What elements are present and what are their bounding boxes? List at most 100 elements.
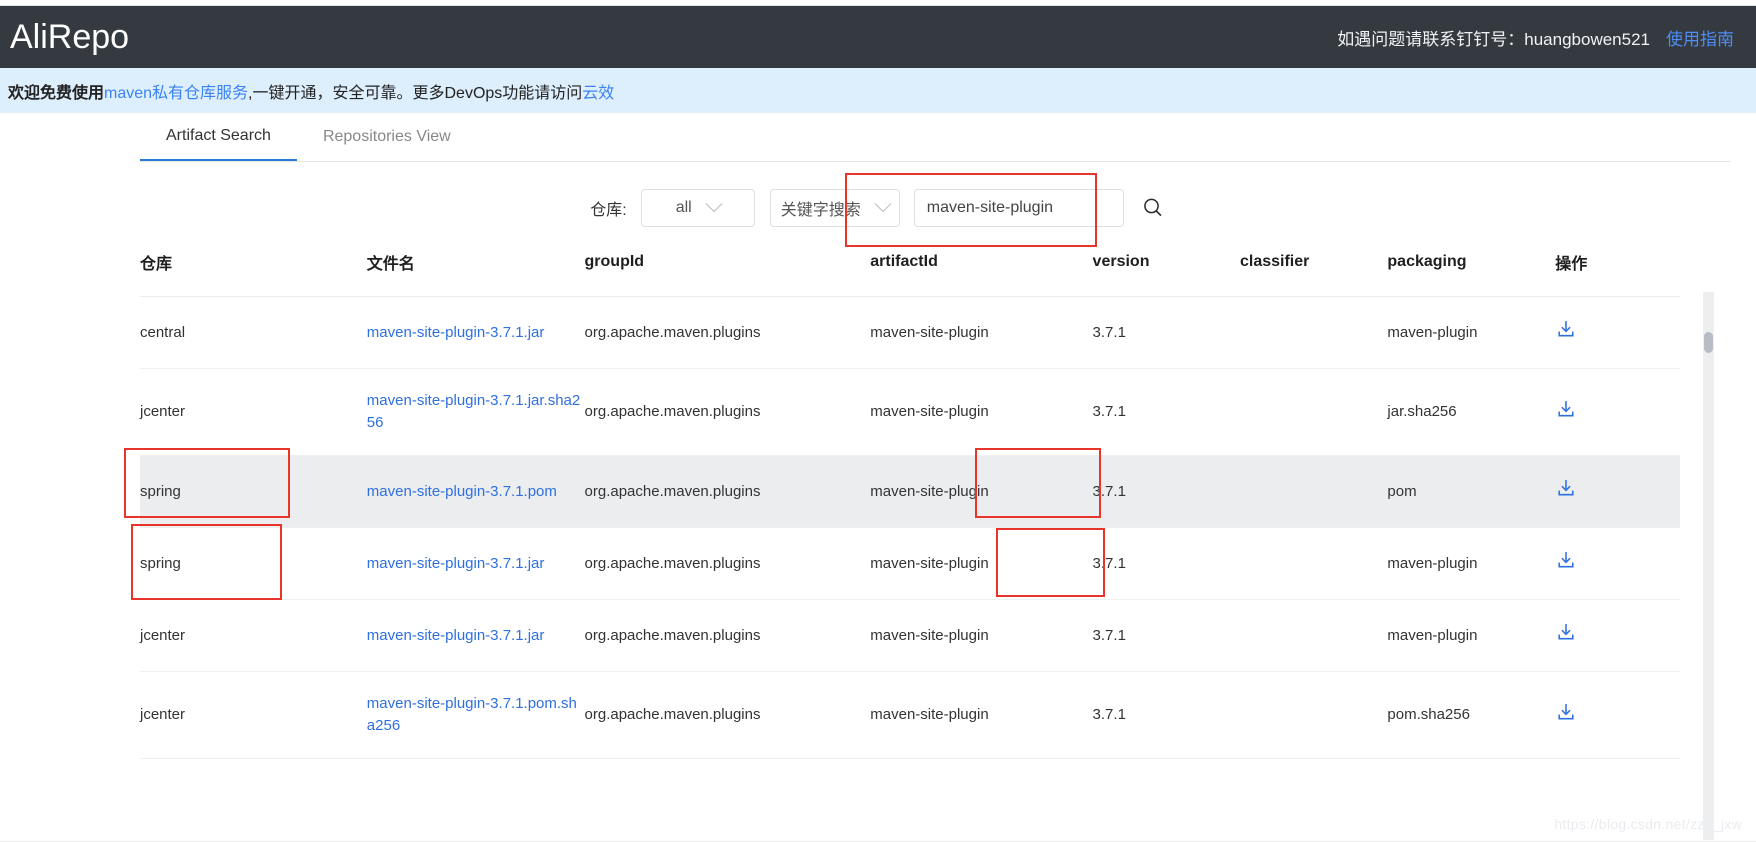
cell-version: 3.7.1 <box>1092 527 1240 600</box>
header-right-group: 如遇问题请联系钉钉号：huangbowen521 使用指南 <box>1337 25 1734 50</box>
table-body: central maven-site-plugin-3.7.1.jar org.ap… <box>140 296 1680 759</box>
cell-repo: central <box>140 296 367 369</box>
cell-groupid: org.apache.maven.plugins <box>584 368 871 456</box>
maven-repo-service-link[interactable]: maven私有仓库服务 <box>104 79 248 103</box>
table-header-row: 仓库 文件名 groupId artifactId version classi… <box>140 250 1680 297</box>
artifact-file-link[interactable]: maven-site-plugin-3.7.1.pom.sha256 <box>367 695 577 734</box>
download-icon[interactable] <box>1555 701 1577 730</box>
chevron-down-icon <box>874 195 892 213</box>
cell-version: 3.7.1 <box>1092 671 1240 759</box>
column-header-classifier: classifier <box>1239 250 1388 297</box>
cell-version: 3.7.1 <box>1092 599 1240 672</box>
cell-filename: maven-site-plugin-3.7.1.jar.sha256 <box>366 368 585 456</box>
cell-version: 3.7.1 <box>1092 296 1240 369</box>
chevron-down-icon <box>705 195 723 213</box>
cell-filename: maven-site-plugin-3.7.1.jar <box>366 527 585 600</box>
cell-groupid: org.apache.maven.plugins <box>584 527 871 600</box>
column-header-groupid: groupId <box>584 250 871 297</box>
column-header-artifactid: artifactId <box>870 250 1093 297</box>
cell-classifier <box>1239 671 1388 759</box>
cell-repo: jcenter <box>140 368 367 456</box>
search-mode-select[interactable]: 关键字搜索 <box>769 189 900 227</box>
table-row: spring maven-site-plugin-3.7.1.pom org.apa… <box>140 455 1680 528</box>
artifact-file-link[interactable]: maven-site-plugin-3.7.1.jar.sha256 <box>367 392 580 431</box>
vertical-scrollbar[interactable] <box>1703 292 1714 840</box>
cell-packaging: pom <box>1387 455 1556 528</box>
repository-select-value: all <box>675 199 692 216</box>
cell-packaging: maven-plugin <box>1387 296 1556 369</box>
search-icon[interactable] <box>1140 195 1166 221</box>
cell-artifactid: maven-site-plugin <box>870 455 1093 528</box>
cell-action <box>1555 296 1680 369</box>
cell-action <box>1555 671 1680 759</box>
cell-action <box>1555 368 1680 456</box>
artifact-file-link[interactable]: maven-site-plugin-3.7.1.jar <box>367 627 545 644</box>
download-icon[interactable] <box>1555 318 1577 347</box>
search-input[interactable] <box>913 189 1124 227</box>
cell-classifier <box>1239 368 1388 456</box>
cell-filename: maven-site-plugin-3.7.1.jar <box>366 599 585 672</box>
table-row: jcenter maven-site-plugin-3.7.1.jar org.ap… <box>140 599 1680 672</box>
cell-artifactid: maven-site-plugin <box>870 671 1093 759</box>
column-header-action: 操作 <box>1555 250 1680 297</box>
artifact-results-table: 仓库 文件名 groupId artifactId version classi… <box>140 250 1680 759</box>
artifact-file-link[interactable]: maven-site-plugin-3.7.1.pom <box>367 483 557 500</box>
promo-banner: 欢迎免费使用 maven私有仓库服务 ,一键开通，安全可靠。更多DevOps功能请访… <box>0 68 1756 113</box>
tab-bar: Artifact Search Repositories View <box>140 113 1731 162</box>
cell-artifactid: maven-site-plugin <box>870 368 1093 456</box>
cell-filename: maven-site-plugin-3.7.1.jar <box>366 296 585 369</box>
search-mode-select-value: 关键字搜索 <box>780 202 861 219</box>
tab-repositories-view[interactable]: Repositories View <box>297 113 477 161</box>
app-header: AliRepo 如遇问题请联系钉钉号：huangbowen521 使用指南 <box>0 6 1756 68</box>
repository-filter-label: 仓库: <box>590 202 627 219</box>
contact-info-text: 如遇问题请联系钉钉号：huangbowen521 <box>1337 29 1650 49</box>
usage-guide-link[interactable]: 使用指南 <box>1666 25 1734 50</box>
cell-groupid: org.apache.maven.plugins <box>584 455 871 528</box>
cell-packaging: pom.sha256 <box>1387 671 1556 759</box>
column-header-packaging: packaging <box>1387 250 1556 297</box>
cell-classifier <box>1239 599 1388 672</box>
cell-action <box>1555 455 1680 528</box>
cell-packaging: maven-plugin <box>1387 599 1556 672</box>
cell-filename: maven-site-plugin-3.7.1.pom.sha256 <box>366 671 585 759</box>
cell-repo: spring <box>140 527 367 600</box>
artifact-file-link[interactable]: maven-site-plugin-3.7.1.jar <box>367 555 545 572</box>
cell-artifactid: maven-site-plugin <box>870 527 1093 600</box>
yunxiao-link[interactable]: 云效 <box>582 79 614 103</box>
download-icon[interactable] <box>1555 398 1577 427</box>
cell-classifier <box>1239 296 1388 369</box>
table-row: spring maven-site-plugin-3.7.1.jar org.apa… <box>140 527 1680 600</box>
cell-classifier <box>1239 527 1388 600</box>
app-brand-title: AliRepo <box>10 18 130 56</box>
search-toolbar: 仓库: all 关键字搜索 <box>0 188 1756 228</box>
repository-select[interactable]: all <box>640 189 755 227</box>
scrollbar-thumb[interactable] <box>1704 332 1713 353</box>
cell-artifactid: maven-site-plugin <box>870 296 1093 369</box>
results-table-container: 仓库 文件名 groupId artifactId version classi… <box>0 250 1756 759</box>
cell-version: 3.7.1 <box>1092 368 1240 456</box>
tabs-container: Artifact Search Repositories View <box>0 113 1756 162</box>
cell-filename: maven-site-plugin-3.7.1.pom <box>366 455 585 528</box>
download-icon[interactable] <box>1555 549 1577 578</box>
download-icon[interactable] <box>1555 621 1577 650</box>
table-row: jcenter maven-site-plugin-3.7.1.jar.sha25… <box>140 368 1680 456</box>
table-row: central maven-site-plugin-3.7.1.jar org.ap… <box>140 296 1680 369</box>
cell-groupid: org.apache.maven.plugins <box>584 599 871 672</box>
column-header-repo: 仓库 <box>140 250 367 297</box>
download-icon[interactable] <box>1555 477 1577 506</box>
column-header-version: version <box>1092 250 1240 297</box>
cell-action <box>1555 527 1680 600</box>
cell-packaging: maven-plugin <box>1387 527 1556 600</box>
cell-artifactid: maven-site-plugin <box>870 599 1093 672</box>
column-header-filename: 文件名 <box>366 250 585 297</box>
cell-packaging: jar.sha256 <box>1387 368 1556 456</box>
cell-repo: jcenter <box>140 671 367 759</box>
cell-repo: spring <box>140 455 367 528</box>
cell-version: 3.7.1 <box>1092 455 1240 528</box>
promo-prefix-text: 欢迎免费使用 <box>8 84 105 102</box>
cell-groupid: org.apache.maven.plugins <box>584 296 871 369</box>
cell-action <box>1555 599 1680 672</box>
artifact-file-link[interactable]: maven-site-plugin-3.7.1.jar <box>367 324 545 341</box>
promo-middle-text: ,一键开通，安全可靠。更多DevOps功能请访问 <box>248 84 583 102</box>
tab-artifact-search[interactable]: Artifact Search <box>140 113 297 161</box>
